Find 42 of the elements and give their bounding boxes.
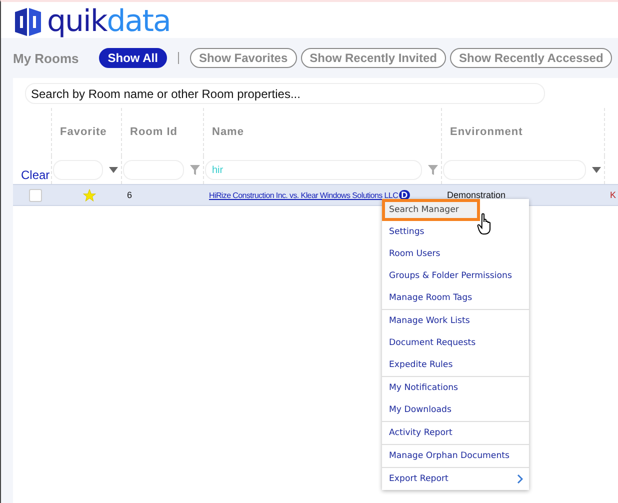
room-link[interactable]: HiRize Construction Inc. vs. Klear Windows Solutions LLC	[209, 190, 398, 200]
filter-tab[interactable]: Show Favorites	[190, 48, 297, 68]
column-header[interactable]: Room Id	[130, 126, 178, 138]
filter-field[interactable]	[123, 160, 184, 180]
search-field[interactable]: Search by Room name or other Room properties...	[25, 83, 545, 104]
menu-item[interactable]: Activity Report	[382, 422, 529, 444]
column-header[interactable]: Environment	[450, 126, 523, 138]
menu-item[interactable]: Document Requests	[382, 332, 529, 354]
menu-item[interactable]: Settings	[382, 221, 529, 243]
logo-icon	[13, 6, 43, 36]
clear-link[interactable]: Clear	[21, 168, 50, 182]
column-header[interactable]: Name	[212, 126, 244, 138]
filter-field[interactable]	[443, 160, 586, 180]
filter-tab[interactable]: Show Recently Invited	[300, 48, 446, 68]
menu-item[interactable]: My Downloads	[382, 399, 529, 421]
menu-item[interactable]: Manage Orphan Documents	[382, 445, 529, 467]
filter-field[interactable]	[53, 160, 103, 180]
star-icon[interactable]	[83, 188, 96, 202]
menu-item[interactable]: Groups & Folder Permissions	[382, 265, 529, 287]
caret-icon[interactable]	[109, 167, 118, 173]
room-badge: D	[399, 190, 410, 200]
table-row[interactable]: 6 HiRize Construction Inc. vs. Klear Windows Solutions LLC D Demonstration K	[13, 184, 618, 206]
menu-item[interactable]: Manage Room Tags	[382, 287, 529, 309]
table-cell: Demonstration	[447, 190, 506, 200]
menu-item[interactable]: My Notifications	[382, 377, 529, 399]
table-cell: 6	[127, 190, 132, 200]
menu-item[interactable]: Expedite Rules	[382, 354, 529, 376]
row-checkbox[interactable]	[28, 188, 42, 202]
filter-icon[interactable]	[428, 165, 438, 175]
menu-item[interactable]: Export Report	[382, 468, 529, 490]
filter-icon[interactable]	[190, 165, 200, 175]
menu-item[interactable]: Search Manager	[382, 199, 480, 221]
logo-wordmark: quikdata	[47, 6, 170, 36]
filter-tab[interactable]: Show All	[98, 48, 167, 68]
column-header[interactable]: Favorite	[60, 126, 107, 138]
filter-tab[interactable]: Show Recently Accessed	[450, 48, 612, 68]
hand-cursor-icon	[477, 213, 493, 235]
menu-item[interactable]: Room Users	[382, 243, 529, 265]
table-cell: K	[610, 190, 616, 200]
caret-icon[interactable]	[592, 167, 601, 173]
menu-item[interactable]: Manage Work Lists	[382, 310, 529, 332]
section-title: My Rooms	[13, 50, 79, 66]
